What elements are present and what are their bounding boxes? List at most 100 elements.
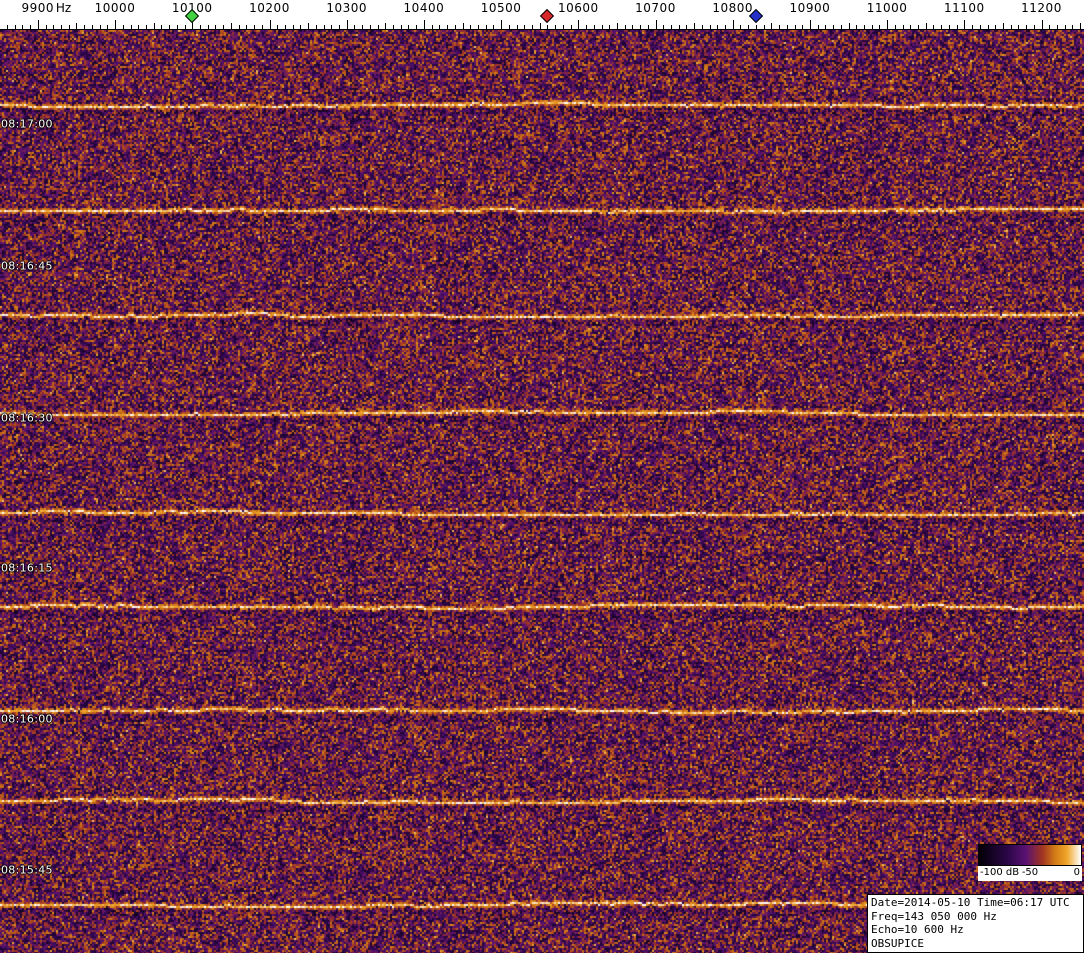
freq-tick [30,25,31,29]
freq-tick [493,25,494,29]
freq-tick [15,25,16,29]
freq-tick [972,25,973,29]
freq-axis-label: 10800 [712,1,753,15]
color-scale-gradient [978,844,1082,866]
freq-tick [964,20,965,29]
freq-tick [733,20,734,29]
color-scale-legend: -100 dB -50 0 [978,844,1082,881]
info-frequency: Freq=143 050 000 Hz [871,910,1080,924]
freq-tick [679,25,680,29]
freq-tick [563,25,564,29]
freq-tick [455,25,456,29]
freq-tick [547,25,548,29]
freq-tick [107,25,108,29]
freq-tick [810,20,811,29]
freq-tick [710,25,711,29]
freq-tick [656,20,657,29]
freq-tick [385,23,386,29]
freq-tick [22,25,23,29]
legend-max-label: 0 [1074,867,1080,878]
info-echo-frequency: Echo=10 600 Hz [871,923,1080,937]
freq-tick [1018,25,1019,29]
freq-tick [432,25,433,29]
freq-tick [910,25,911,29]
freq-tick [625,25,626,29]
freq-tick [903,25,904,29]
freq-tick [802,25,803,29]
freq-tick [138,25,139,29]
freq-tick [223,25,224,29]
freq-tick [594,25,595,29]
freq-tick [957,25,958,29]
freq-tick [856,25,857,29]
freq-tick [463,23,464,29]
freq-tick [524,25,525,29]
freq-tick [540,23,541,29]
observation-info-box: Date=2014-05-10 Time=06:17 UTC Freq=143 … [867,894,1084,953]
freq-tick [933,25,934,29]
freq-tick [501,20,502,29]
freq-tick [1042,20,1043,29]
freq-tick [262,25,263,29]
frequency-axis: 9900 10000 10100 10200 10300 10400 10500 10600 1… [0,0,1084,30]
freq-tick [470,25,471,29]
freq-tick [316,25,317,29]
freq-tick [609,25,610,29]
freq-tick [246,25,247,29]
freq-tick [887,20,888,29]
freq-tick [648,25,649,29]
freq-tick [478,25,479,29]
freq-tick [161,25,162,29]
freq-tick [401,25,402,29]
freq-axis-label: 11000 [867,1,908,15]
freq-tick [532,25,533,29]
freq-tick [694,23,695,29]
freq-tick [92,25,93,29]
freq-tick [818,25,819,29]
freq-tick [632,25,633,29]
freq-tick [416,25,417,29]
freq-tick [424,20,425,29]
freq-tick [841,25,842,29]
freq-tick [872,25,873,29]
freq-axis-label: 10700 [635,1,676,15]
freq-tick [200,25,201,29]
freq-tick [486,25,487,29]
freq-tick [602,25,603,29]
freq-tick [779,25,780,29]
freq-tick [362,25,363,29]
freq-tick [578,20,579,29]
freq-tick [764,25,765,29]
freq-axis-label: 10000 [95,1,136,15]
freq-tick [131,25,132,29]
freq-tick [331,25,332,29]
freq-tick [408,25,409,29]
freq-tick [640,25,641,29]
freq-tick [339,25,340,29]
freq-tick [586,25,587,29]
freq-axis-label: 10200 [249,1,290,15]
freq-axis-label: 10300 [326,1,367,15]
freq-axis-label: 10900 [790,1,831,15]
freq-tick [115,20,116,29]
freq-axis-label: 10600 [558,1,599,15]
freq-tick [347,20,348,29]
red-frequency-marker-icon[interactable] [540,9,554,23]
freq-tick [995,25,996,29]
freq-tick [1072,25,1073,29]
freq-tick [177,25,178,29]
freq-tick [231,23,232,29]
freq-tick [725,25,726,29]
spectrogram-waterfall[interactable] [0,30,1084,953]
color-scale-labels: -100 dB -50 0 [978,866,1082,881]
freq-tick [293,25,294,29]
freq-tick [988,25,989,29]
legend-min-label: -100 dB [980,867,1019,878]
freq-axis-unit: Hz [56,1,71,15]
freq-tick [46,25,47,29]
freq-tick [393,25,394,29]
freq-tick [795,25,796,29]
freq-tick [61,25,62,29]
freq-tick [740,25,741,29]
freq-tick [84,25,85,29]
